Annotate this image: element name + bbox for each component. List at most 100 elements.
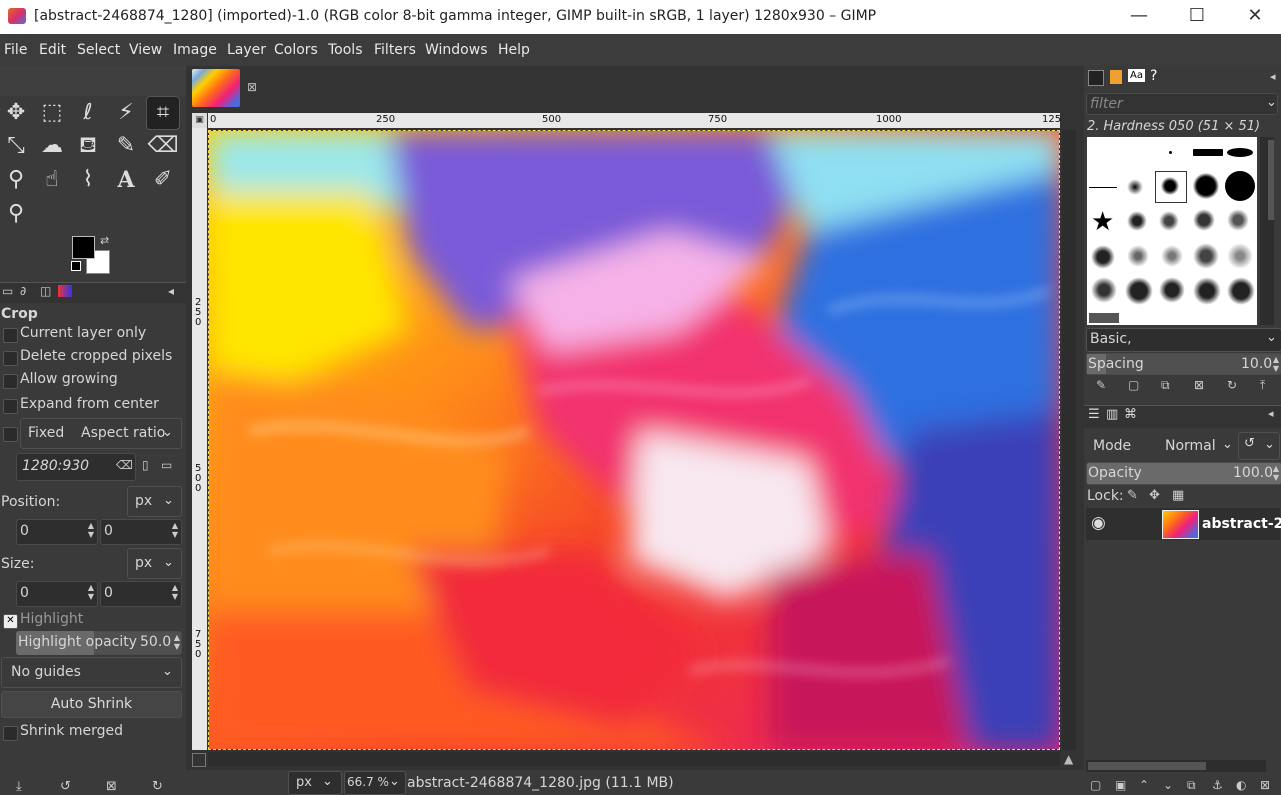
restore-options-icon[interactable]: ↺ (60, 779, 71, 794)
menu-view[interactable]: View (129, 42, 162, 58)
new-layer-icon[interactable]: ▢ (1090, 778, 1101, 792)
menu-windows[interactable]: Windows (425, 42, 488, 58)
brush-preview[interactable] (1089, 187, 1117, 188)
lasso-icon[interactable]: ℓ (72, 97, 104, 129)
delete-layer-icon[interactable]: ⊠ (1260, 778, 1270, 792)
move-icon[interactable]: ✥ (0, 97, 32, 129)
highlight-opacity-stepper[interactable]: ▲ ▼ (172, 633, 182, 651)
mask-layer-icon[interactable]: ◐ (1236, 778, 1246, 792)
save-options-icon[interactable]: ⤓ (16, 779, 22, 794)
new-layer-group-icon[interactable]: ▣ (1115, 778, 1126, 792)
text-icon[interactable]: A (110, 164, 142, 196)
edit-brush-icon[interactable]: ✎ (1096, 378, 1106, 392)
eye-icon[interactable]: ◉ (1091, 513, 1106, 533)
brush-preview[interactable] (1169, 151, 1172, 154)
brush-preview[interactable] (1193, 173, 1219, 199)
brush-preview[interactable] (1193, 209, 1215, 231)
minimize-button[interactable]: — (1116, 0, 1162, 34)
tool-options-tab-icon[interactable]: ▭ (2, 284, 13, 298)
menu-select[interactable]: Select (77, 42, 120, 58)
fixed-checkbox[interactable] (3, 427, 18, 442)
auto-shrink-button[interactable]: Auto Shrink (1, 691, 182, 718)
foreground-color-swatch[interactable] (72, 236, 95, 259)
smudge-icon[interactable]: ☝ (36, 164, 68, 196)
rect-select-icon[interactable]: ⬚ (36, 97, 68, 129)
crop-icon[interactable]: ⌗ (146, 96, 180, 130)
fonts-tab-icon[interactable]: Aa (1128, 69, 1145, 82)
delete-brush-icon[interactable]: ⊠ (1194, 378, 1204, 392)
brush-preview[interactable] (1091, 245, 1115, 269)
quick-mask-icon[interactable]: ▣ (192, 113, 207, 128)
menu-edit[interactable]: Edit (39, 42, 66, 58)
tab-menu-icon[interactable]: ◂ (1270, 70, 1276, 83)
close-tab-icon[interactable]: ⊠ (247, 80, 257, 94)
menu-tools[interactable]: Tools (328, 42, 363, 58)
brush-preview[interactable] (1161, 245, 1183, 267)
anchor-layer-icon[interactable]: ⚓ (1212, 778, 1223, 792)
delete-options-icon[interactable]: ⊠ (106, 779, 117, 794)
brush-preview[interactable] (1125, 277, 1153, 305)
duplicate-layer-icon[interactable]: ⧉ (1187, 778, 1196, 793)
brush-preview[interactable] (1089, 313, 1119, 323)
lock-position-icon[interactable]: ✥ (1149, 488, 1160, 503)
swap-colors-icon[interactable]: ⇄ (100, 234, 109, 247)
zoom-fit-icon[interactable] (192, 753, 206, 767)
brush-preview[interactable] (1161, 177, 1179, 195)
current-layer-only-checkbox[interactable] (3, 328, 18, 343)
brush-preview[interactable] (1193, 243, 1219, 269)
navigate-icon[interactable]: ▲ (1064, 752, 1073, 766)
patterns-tab-icon[interactable] (1110, 70, 1122, 84)
brush-grid[interactable]: ★ (1087, 137, 1257, 325)
zoom-icon[interactable]: ⚲ (0, 198, 32, 230)
transform-icon[interactable]: ⤡ (0, 130, 32, 162)
brush-preview[interactable] (1227, 148, 1253, 157)
image-canvas[interactable] (208, 130, 1060, 750)
brushes-tab-icon[interactable] (1088, 70, 1104, 86)
brush-preview[interactable] (1193, 277, 1221, 305)
maximize-button[interactable]: ☐ (1174, 0, 1220, 34)
paintbrush-icon[interactable]: ✎ (110, 130, 142, 162)
position-y-stepper[interactable]: ▲ ▼ (170, 521, 180, 539)
landscape-icon[interactable]: ▭ (161, 458, 172, 472)
tab-menu-icon[interactable]: ◂ (168, 284, 174, 298)
device-status-tab-icon[interactable]: ∂ (20, 284, 26, 298)
menu-help[interactable]: Help (498, 42, 530, 58)
size-h-stepper[interactable]: ▲ ▼ (170, 583, 180, 601)
brush-preview[interactable] (1193, 149, 1223, 156)
delete-cropped-checkbox[interactable] (3, 351, 18, 366)
brush-preview[interactable] (1227, 243, 1253, 269)
duplicate-brush-icon[interactable]: ⧉ (1161, 378, 1170, 393)
eraser-icon[interactable]: ⌫ (147, 130, 179, 162)
warp-icon[interactable]: ☁ (36, 130, 68, 162)
portrait-icon[interactable]: ▯ (142, 458, 149, 472)
position-x-stepper[interactable]: ▲ ▼ (86, 521, 96, 539)
shrink-merged-checkbox[interactable] (3, 726, 18, 741)
fuzzy-select-icon[interactable]: ⚡ (110, 97, 142, 129)
bucket-fill-icon[interactable]: ⛾ (72, 130, 104, 162)
lock-pixels-icon[interactable]: ✎ (1127, 488, 1138, 503)
undo-history-tab-icon[interactable]: ◫ (40, 284, 51, 298)
clear-icon[interactable]: ⌫ (116, 458, 133, 472)
allow-growing-checkbox[interactable] (3, 374, 18, 389)
spacing-stepper[interactable]: ▲ ▼ (1271, 355, 1281, 373)
brush-preview[interactable] (1227, 277, 1255, 305)
menu-colors[interactable]: Colors (274, 42, 318, 58)
expand-center-checkbox[interactable] (3, 399, 18, 414)
channels-tab-icon[interactable]: ▥ (1106, 407, 1118, 422)
color-picker-icon[interactable]: ✐ (147, 164, 179, 196)
paths-icon[interactable]: ⌇ (72, 164, 104, 196)
brush-preview[interactable] (1127, 245, 1149, 267)
brush-preview[interactable] (1159, 277, 1185, 303)
tab-menu-icon[interactable]: ◂ (1268, 407, 1274, 420)
reset-options-icon[interactable]: ↻ (152, 779, 163, 794)
star-brush-icon[interactable]: ★ (1091, 207, 1114, 237)
menu-filters[interactable]: Filters (374, 42, 416, 58)
refresh-brushes-icon[interactable]: ↻ (1227, 378, 1237, 392)
menu-layer[interactable]: Layer (227, 42, 266, 58)
menu-file[interactable]: File (4, 42, 27, 58)
scrollbar-thumb[interactable] (1088, 762, 1206, 770)
open-brush-icon[interactable]: ⤒ (1260, 378, 1265, 393)
layers-tab-icon[interactable]: ☰ (1088, 407, 1100, 422)
vertical-scrollbar[interactable] (1062, 130, 1076, 750)
menu-image[interactable]: Image (173, 42, 217, 58)
